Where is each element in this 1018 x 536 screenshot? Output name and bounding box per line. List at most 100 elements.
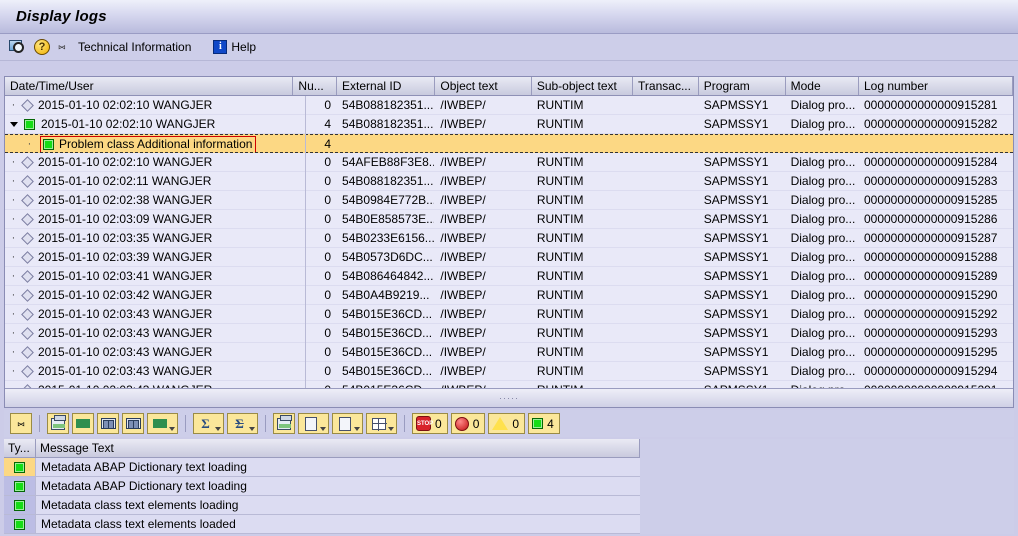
print-icon <box>51 414 66 430</box>
table-row[interactable]: · 2015-01-10 02:02:38 WANGJER 0 54B0984E772… <box>5 191 1013 210</box>
table-row[interactable]: · 2015-01-10 02:02:10 WANGJER 0 54AFEB88F3E… <box>5 153 1013 172</box>
cell-mode <box>786 135 859 152</box>
cell-mode: Dialog pro... <box>790 307 856 321</box>
cell-transac <box>633 305 699 323</box>
message-column-header-type[interactable]: Ty... <box>4 439 36 457</box>
warning-count-button[interactable]: 0 <box>488 413 526 434</box>
status-green-icon <box>14 461 25 473</box>
layout-button[interactable] <box>366 413 397 434</box>
table-row[interactable]: · 2015-01-10 02:03:39 WANGJER 0 54B0573D6DC… <box>5 248 1013 267</box>
cell-transac <box>633 248 699 266</box>
cell-objtext <box>435 135 531 152</box>
log-grid-rows: · 2015-01-10 02:02:10 WANGJER 0 54B08818235… <box>5 96 1013 388</box>
table-row[interactable]: · 2015-01-10 02:02:10 WANGJER 0 54B08818235… <box>5 96 1013 115</box>
column-header-program[interactable]: Program <box>699 77 786 95</box>
table-row[interactable]: ·2015-01-10 02:03:43 WANGJER054B015E36CD… <box>5 343 1013 362</box>
technical-info-magnifier-icon[interactable] <box>9 39 26 55</box>
list-item[interactable]: Metadata class text elements loading <box>4 496 640 515</box>
chevron-down-icon[interactable] <box>249 427 255 431</box>
find-button[interactable] <box>97 413 119 434</box>
cell-text: 2015-01-10 02:02:11 WANGJER <box>38 174 212 188</box>
abort-count-button[interactable]: STOP 0 <box>412 413 448 434</box>
row-bullet-icon: · <box>11 175 16 187</box>
message-text-cell: Metadata class text elements loaded <box>36 515 640 533</box>
message-type-cell <box>4 496 36 514</box>
table-row[interactable]: ·2015-01-10 02:03:43 WANGJER054B015E36CD… <box>5 324 1013 343</box>
log-grid-horizontal-scrollbar[interactable]: ····· <box>5 388 1013 407</box>
print-button[interactable] <box>47 413 69 434</box>
table-row[interactable]: ·2015-01-10 02:03:43 WANGJER054B015E36CD… <box>5 362 1013 381</box>
list-item[interactable]: Metadata ABAP Dictionary text loading <box>4 477 640 496</box>
chevron-down-icon[interactable] <box>354 427 360 431</box>
column-header-mode[interactable]: Mode <box>786 77 859 95</box>
cell-extid: 54B0E858573E... <box>342 212 436 226</box>
cell-subobj: RUNTIM <box>536 117 584 131</box>
expand-collapse-icon[interactable] <box>10 122 18 127</box>
column-header-extid[interactable]: External ID <box>337 77 436 95</box>
table-row[interactable]: · 2015-01-10 02:03:41 WANGJER 0 54B08646484… <box>5 267 1013 286</box>
chevron-down-icon[interactable] <box>169 427 175 431</box>
chevron-down-icon[interactable] <box>320 427 326 431</box>
table-row[interactable]: 2015-01-10 02:02:10 WANGJER 4 54B088182351… <box>5 115 1013 134</box>
cell-program: SAPMSSY1 <box>703 250 769 264</box>
export-local-button[interactable] <box>298 413 329 434</box>
column-header-transac[interactable]: Transac... <box>633 77 699 95</box>
cell-lognum: 00000000000000915293 <box>863 326 998 340</box>
print-preview-button[interactable] <box>273 413 295 434</box>
list-item[interactable]: Metadata ABAP Dictionary text loading <box>4 458 640 477</box>
details-glasses-button[interactable]: ⑅ <box>10 413 32 434</box>
table-row[interactable]: ·2015-01-10 02:03:43 WANGJER054B015E36CD… <box>5 381 1013 388</box>
message-column-header-text[interactable]: Message Text <box>36 439 640 457</box>
cell-num: 0 <box>324 155 332 169</box>
table-row[interactable]: · 2015-01-10 02:03:09 WANGJER 0 54B0E858573… <box>5 210 1013 229</box>
find-next-button[interactable] <box>122 413 144 434</box>
column-header-lognum[interactable]: Log number <box>859 77 1013 95</box>
export-button[interactable] <box>332 413 363 434</box>
cell-date: · 2015-01-10 02:03:42 WANGJER <box>5 286 293 304</box>
column-header-subobj[interactable]: Sub-object text <box>532 77 634 95</box>
cell-extid: 54B0A4B9219... <box>342 288 430 302</box>
cell-extid: 54AFEB88F3E8... <box>342 155 436 169</box>
sort-filter-button[interactable] <box>72 413 94 434</box>
cell-extid: 54B015E36CD... <box>337 381 435 388</box>
help-question-icon[interactable]: ? <box>34 39 50 55</box>
column-header-num[interactable]: Nu... <box>293 77 338 95</box>
cell-num: 0 <box>324 98 332 112</box>
cell-extid: 54B088182351... <box>342 174 434 188</box>
chevron-down-icon[interactable] <box>388 427 394 431</box>
column-header-date[interactable]: Date/Time/User <box>5 77 294 95</box>
cell-transac <box>633 362 699 380</box>
help-label: Help <box>231 40 257 54</box>
cell-text: 2015-01-10 02:03:41 WANGJER <box>38 269 213 283</box>
application-toolbar: ? ⑅ Technical Information i Help <box>0 34 1018 61</box>
table-row[interactable]: · 2015-01-10 02:02:11 WANGJER 0 54B08818235… <box>5 172 1013 191</box>
green-square-icon <box>532 418 544 429</box>
status-diamond-icon <box>21 308 34 321</box>
⑅-icon: ⑅ <box>17 416 25 431</box>
cell-mode: Dialog pro... <box>790 269 856 283</box>
cell-lognum: 00000000000000915288 <box>863 250 998 264</box>
table-row[interactable]: · Problem class Additional information 4 <box>5 134 1013 153</box>
chevron-down-icon[interactable] <box>215 427 221 431</box>
cell-objtext: /IWBEP/ <box>440 345 486 359</box>
column-header-objtext[interactable]: Object text <box>435 77 532 95</box>
status-diamond-icon <box>21 99 34 112</box>
success-count-button[interactable]: 4 <box>528 413 560 434</box>
list-item[interactable]: Metadata class text elements loaded <box>4 515 640 534</box>
cell-date: · 2015-01-10 02:03:43 WANGJER <box>5 362 293 380</box>
help-button[interactable]: i Help <box>213 40 256 54</box>
filter-button[interactable] <box>147 413 178 434</box>
cell-text: 2015-01-10 02:03:43 WANGJER <box>38 307 213 321</box>
cell-mode: Dialog pro... <box>790 250 856 264</box>
table-row[interactable]: · 2015-01-10 02:03:35 WANGJER 0 54B0233E615… <box>5 229 1013 248</box>
technical-information-button[interactable]: ⑅ Technical Information <box>58 40 191 54</box>
error-count-button[interactable]: 0 <box>450 413 486 434</box>
table-row[interactable]: ·2015-01-10 02:03:43 WANGJER054B015E36CD… <box>5 305 1013 324</box>
table-row[interactable]: · 2015-01-10 02:03:42 WANGJER 0 54B0A4B9219… <box>5 286 1013 305</box>
total-button[interactable]: Σ <box>193 413 224 434</box>
cell-num: 0 <box>324 250 332 264</box>
subtotal-button[interactable]: Σ <box>227 413 258 434</box>
cell-transac <box>633 267 699 285</box>
toolbar-separator <box>404 415 405 432</box>
abort-count-value: 0 <box>435 416 442 431</box>
